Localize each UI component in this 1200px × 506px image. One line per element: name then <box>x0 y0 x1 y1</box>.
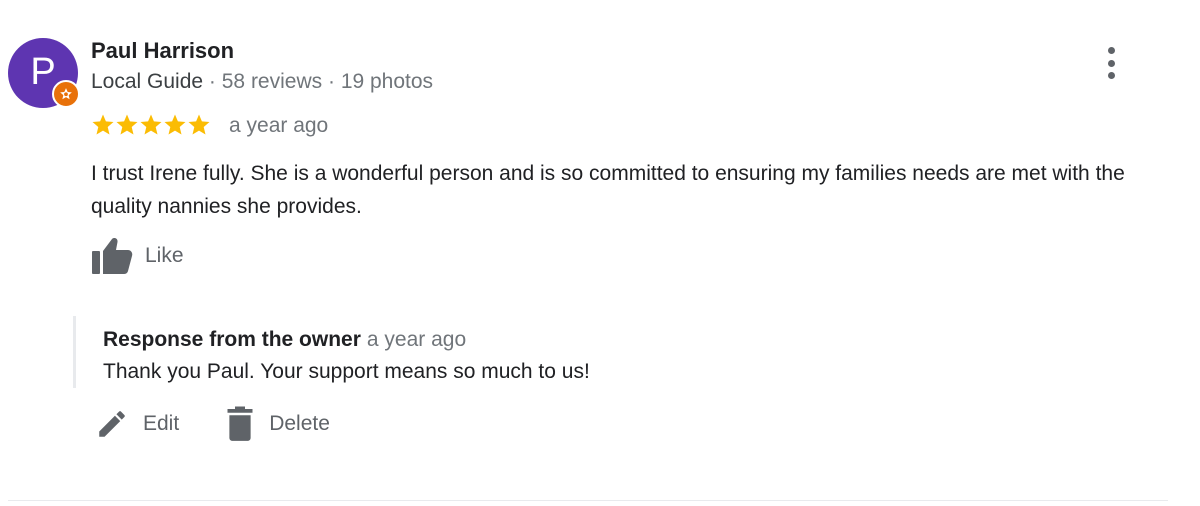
response-actions: Edit Delete <box>95 406 330 442</box>
divider <box>8 500 1168 501</box>
star-rating <box>91 113 211 137</box>
avatar-initial: P <box>30 51 56 93</box>
local-guide-label: Local Guide <box>91 70 204 93</box>
review-text: I trust Irene fully. She is a wonderful … <box>91 162 1125 218</box>
local-guide-badge-icon <box>52 80 80 108</box>
delete-label: Delete <box>269 412 330 435</box>
like-button[interactable]: Like <box>91 236 184 276</box>
edit-label: Edit <box>143 412 180 435</box>
meta-separator: · <box>322 70 341 93</box>
star-icon <box>164 114 186 135</box>
owner-response-title: Response from the owner <box>103 328 361 351</box>
pencil-icon <box>99 411 125 437</box>
owner-response-text: Thank you Paul. Your support means so mu… <box>103 360 590 383</box>
owner-response-time: a year ago <box>366 328 467 351</box>
star-icon <box>92 114 114 135</box>
thumb-up-icon <box>92 238 133 274</box>
star-icon <box>188 114 210 135</box>
delete-button[interactable]: Delete <box>225 406 330 442</box>
reviewer-meta: Local Guide · 58 reviews · 19 photos <box>91 70 433 94</box>
star-icon <box>140 114 162 135</box>
like-label: Like <box>145 244 184 267</box>
meta-separator: · <box>203 70 222 93</box>
star-icon <box>116 114 138 135</box>
more-options-button[interactable] <box>1096 44 1126 82</box>
more-vert-icon <box>1107 47 1115 54</box>
review-card: P Paul Harrison Local Guide · 58 reviews… <box>0 0 1200 506</box>
review-count: 58 reviews <box>221 70 323 93</box>
owner-response: Response from the owner a year ago Thank … <box>73 316 976 388</box>
reviewer-name[interactable]: Paul Harrison <box>91 38 234 64</box>
review-time: a year ago <box>229 114 329 137</box>
photo-count: 19 photos <box>340 70 434 93</box>
edit-button[interactable]: Edit <box>95 407 179 441</box>
owner-response-header: Response from the owner a year ago <box>103 328 466 352</box>
trash-icon <box>227 406 253 441</box>
